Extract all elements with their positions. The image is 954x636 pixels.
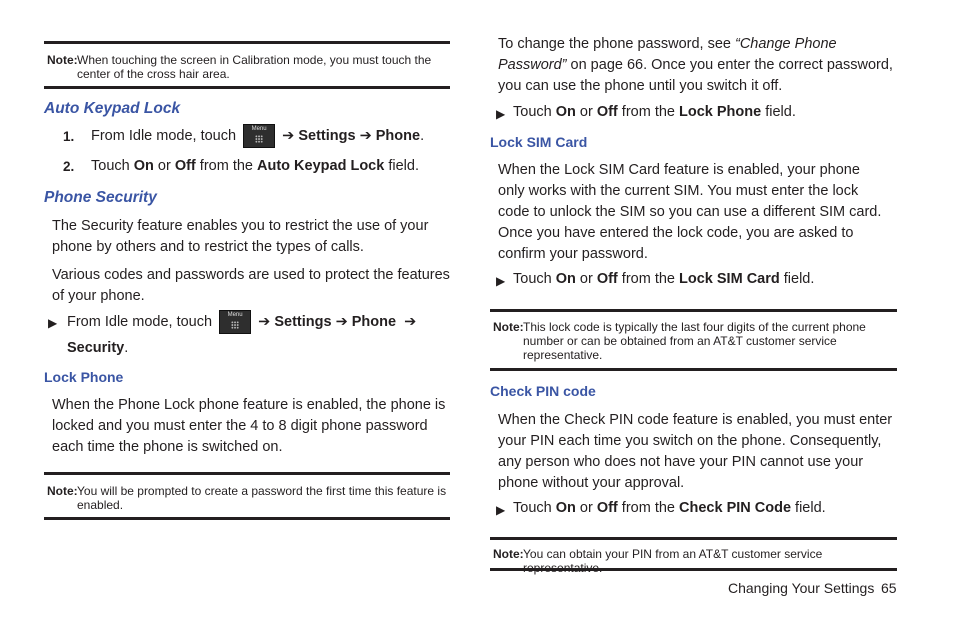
lock-phone-bullet: Touch On or Off from the Lock Phone fiel…	[513, 104, 796, 120]
bullet-triangle-icon: ▶	[496, 274, 506, 288]
arrow-icon: ➔	[335, 314, 348, 330]
arrow-icon: ➔	[258, 314, 271, 330]
footer-page-number: 65	[881, 580, 897, 596]
change-password-para: To change the phone password, see “Chang…	[498, 36, 893, 94]
step-1: From Idle mode, touch Menu ➔ Settings ➔ …	[91, 124, 451, 149]
bullet-triangle-icon: ▶	[496, 107, 506, 121]
lock-sim-para: When the Lock SIM Card feature is enable…	[498, 162, 882, 262]
bullet-triangle-icon: ▶	[48, 316, 58, 330]
note-lock-code: Note: This lock code is typically the la…	[490, 309, 897, 371]
check-pin-para: When the Check PIN code feature is enabl…	[498, 412, 893, 491]
check-pin-bullet: Touch On or Off from the Check PIN Code …	[513, 500, 826, 516]
arrow-icon: ➔	[282, 128, 295, 144]
phone-security-para-1: The Security feature enables you to rest…	[52, 218, 429, 255]
heading-lock-phone: Lock Phone	[44, 369, 124, 385]
step-number: 2.	[63, 159, 75, 174]
phone-security-para-2: Various codes and passwords are used to …	[52, 267, 450, 304]
heading-lock-sim-card: Lock SIM Card	[490, 134, 588, 150]
lock-sim-bullet: Touch On or Off from the Lock SIM Card f…	[513, 271, 815, 287]
heading-auto-keypad-lock: Auto Keypad Lock	[44, 100, 181, 117]
note-calibration: Note: When touching the screen in Calibr…	[44, 41, 450, 89]
menu-button-icon: Menu	[243, 124, 276, 149]
heading-check-pin-code: Check PIN code	[490, 383, 596, 399]
note-text: When touching the screen in Calibration …	[77, 53, 432, 81]
menu-button-icon: Menu	[219, 310, 252, 335]
arrow-icon: ➔	[404, 314, 417, 330]
bullet-triangle-icon: ▶	[496, 503, 506, 517]
note-password-prompt: Note: You will be prompted to create a p…	[44, 472, 450, 520]
note-label: Note:	[47, 53, 78, 67]
phone-security-bullet: From Idle mode, touch Menu ➔ Settings ➔ …	[67, 310, 417, 356]
step-2: Touch On or Off from the Auto Keypad Loc…	[91, 158, 419, 174]
step-number: 1.	[63, 129, 75, 144]
lock-phone-para: When the Phone Lock phone feature is ena…	[52, 397, 446, 455]
arrow-icon: ➔	[359, 128, 372, 144]
footer-section-title: Changing Your Settings	[728, 580, 875, 596]
heading-phone-security: Phone Security	[44, 189, 157, 206]
note-pin: Note: You can obtain your PIN from an AT…	[490, 537, 897, 575]
